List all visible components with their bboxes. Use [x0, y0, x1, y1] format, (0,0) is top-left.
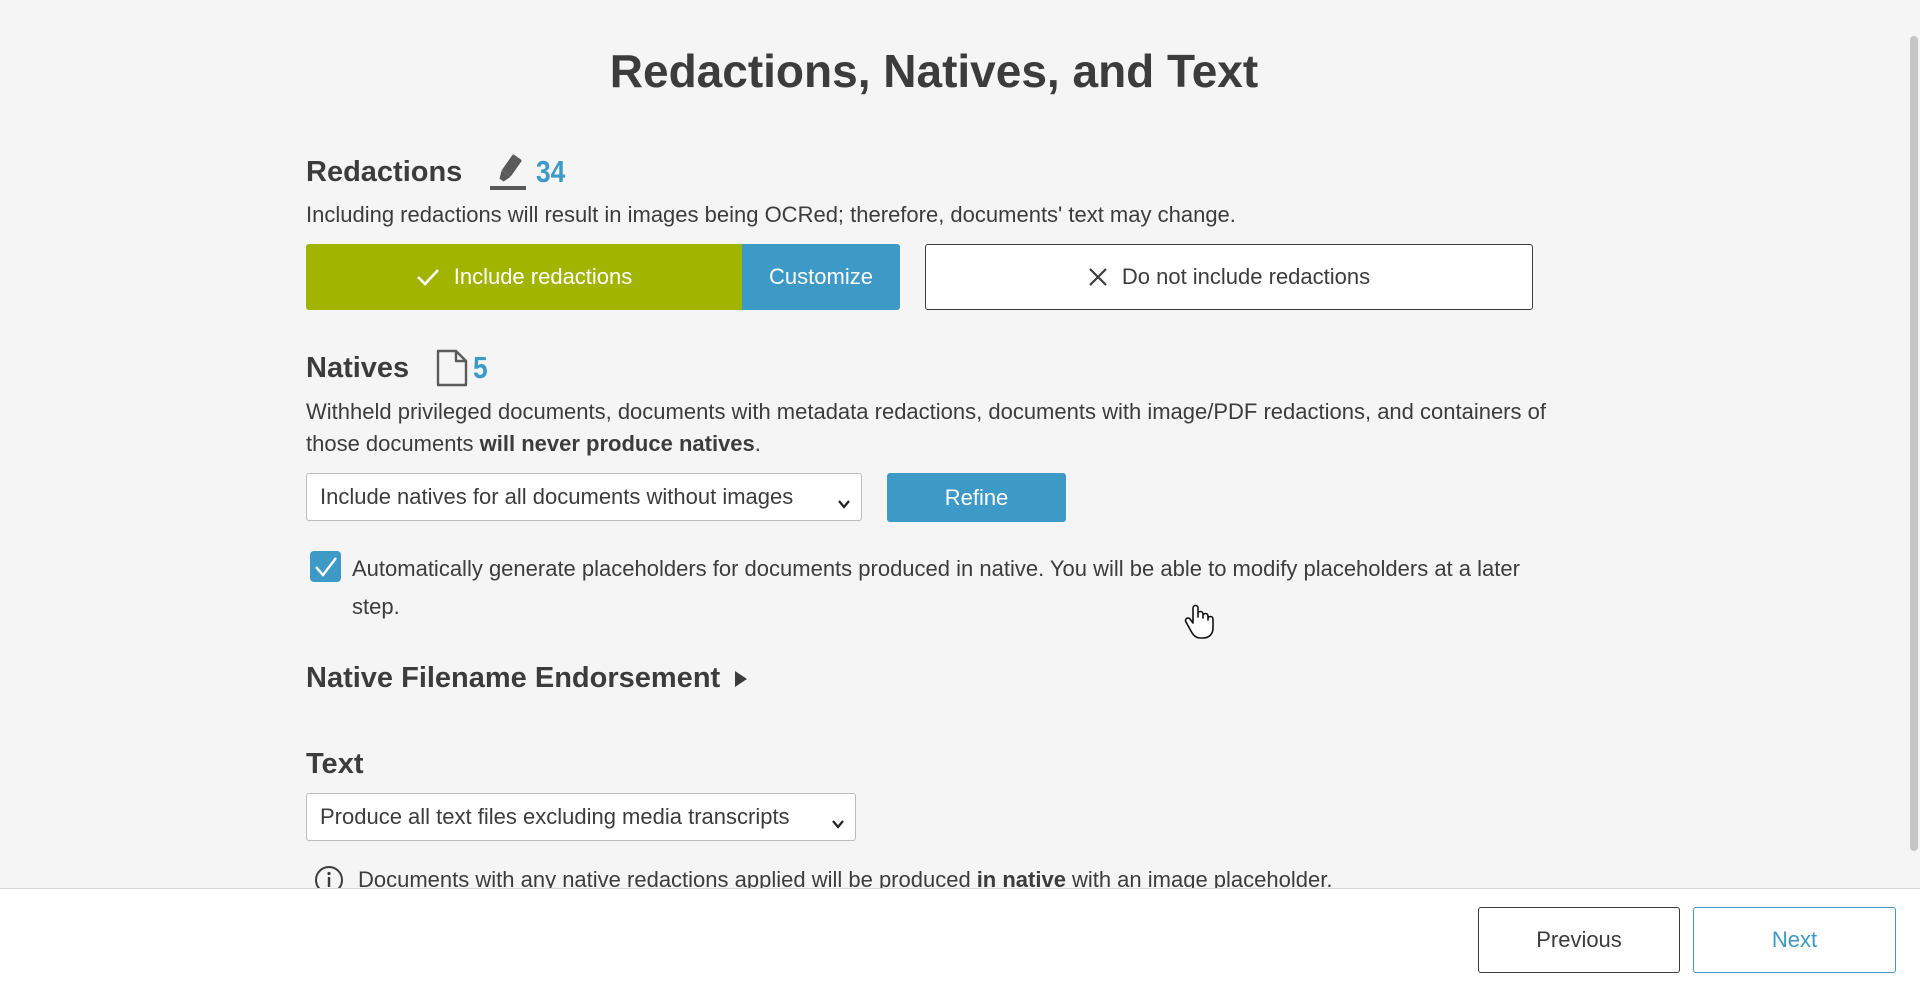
natives-description-bold: will never produce natives [479, 431, 755, 456]
natives-heading-label: Natives [306, 351, 410, 384]
redactions-count: 34 [536, 154, 566, 189]
main-content: Redactions, Natives, and Text Redactions… [0, 0, 1906, 888]
text-info-end: with an image placeholder. [1071, 867, 1333, 888]
include-redactions-button[interactable]: Include redactions [306, 244, 742, 310]
scrollbar-thumb[interactable] [1910, 36, 1918, 851]
highlighter-icon [488, 152, 528, 192]
exclude-redactions-label: Do not include redactions [1121, 264, 1371, 289]
native-filename-endorsement-toggle[interactable]: Native Filename Endorsement [306, 662, 748, 695]
checkmark-icon [416, 267, 440, 287]
placeholder-checkbox[interactable] [310, 551, 341, 582]
natives-select-value: Include natives for all documents withou… [320, 484, 794, 509]
text-select-value: Produce all text files excluding media t… [320, 804, 790, 829]
text-select[interactable]: Produce all text files excluding media t… [306, 793, 856, 841]
vertical-scrollbar[interactable] [1906, 0, 1920, 888]
text-info-bold: in native [976, 867, 1066, 888]
natives-description-end: . [754, 431, 761, 456]
natives-select[interactable]: Include natives for all documents withou… [306, 473, 862, 521]
text-heading: Text [306, 748, 364, 780]
native-filename-endorsement-label: Native Filename Endorsement [306, 662, 721, 694]
refine-button[interactable]: Refine [887, 473, 1066, 522]
previous-button[interactable]: Previous [1478, 907, 1680, 973]
text-info: Documents with any native redactions app… [314, 865, 1332, 888]
triangle-right-icon [734, 670, 748, 688]
include-redactions-label: Include redactions [453, 264, 633, 289]
footer-bar: Previous Next [0, 888, 1920, 989]
natives-count: 5 [473, 350, 488, 385]
placeholder-checkbox-label[interactable]: Automatically generate placeholders for … [352, 550, 1552, 626]
next-button[interactable]: Next [1693, 907, 1896, 973]
redactions-heading-label: Redactions [306, 155, 463, 188]
customize-button[interactable]: Customize [742, 244, 900, 310]
close-icon [1088, 267, 1108, 287]
redactions-heading: Redactions 34 [306, 152, 571, 192]
checkmark-icon [314, 556, 337, 577]
page-title: Redactions, Natives, and Text [609, 45, 1259, 97]
document-icon [435, 349, 469, 387]
exclude-redactions-button[interactable]: Do not include redactions [925, 244, 1533, 310]
chevron-down-icon [837, 491, 851, 517]
info-icon [314, 865, 344, 888]
natives-description: Withheld privileged documents, documents… [306, 396, 1556, 460]
hand-cursor-icon [1184, 604, 1214, 645]
chevron-down-icon [831, 811, 845, 837]
redactions-description: Including redactions will result in imag… [306, 202, 1236, 227]
natives-heading: Natives 5 [306, 349, 490, 387]
text-info-start: Documents with any native redactions app… [358, 867, 971, 888]
